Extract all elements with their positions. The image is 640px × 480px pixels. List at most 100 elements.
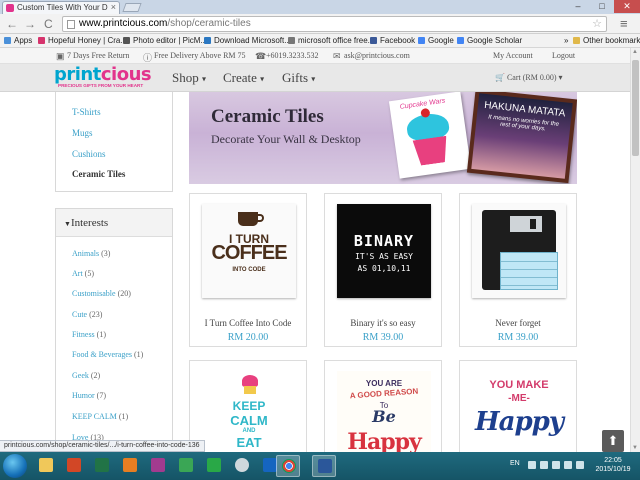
bookmark-facebook[interactable]: Facebook bbox=[370, 36, 415, 45]
category-cushions[interactable]: Cushions bbox=[72, 149, 106, 159]
folder-icon bbox=[573, 37, 580, 44]
chevron-down-icon: ▾ bbox=[311, 74, 316, 84]
scroll-up-icon[interactable]: ▲ bbox=[632, 49, 638, 55]
taskbar-powerpoint[interactable] bbox=[62, 455, 86, 477]
scroll-down-icon[interactable]: ▼ bbox=[632, 445, 638, 451]
email-link[interactable]: ✉ ask@printcious.com bbox=[333, 51, 410, 61]
forward-arrow-icon[interactable]: → bbox=[24, 17, 36, 31]
category-mugs[interactable]: Mugs bbox=[72, 128, 93, 138]
product-name[interactable]: Binary it's so easy bbox=[325, 318, 441, 328]
product-card-binary[interactable]: BINARY IT'S AS EASY AS 01,10,11 Binary i… bbox=[324, 193, 442, 347]
window-minimize-button[interactable]: – bbox=[566, 0, 590, 13]
language-indicator[interactable]: EN bbox=[510, 460, 520, 467]
taskbar-explorer[interactable] bbox=[34, 455, 58, 477]
url-host: www.printcious.com bbox=[79, 18, 168, 29]
browser-tab[interactable]: Custom Tiles With Your D × bbox=[2, 1, 120, 14]
interest-animals[interactable]: Animals (3) bbox=[72, 249, 110, 258]
product-image-binary[interactable]: BINARY IT'S AS EASY AS 01,10,11 bbox=[337, 204, 431, 298]
banner-subtitle: Decorate Your Wall & Desktop bbox=[211, 132, 361, 146]
tile-text: IT'S AS EASY bbox=[355, 252, 413, 261]
bookmark-google-scholar[interactable]: Google Scholar bbox=[457, 36, 522, 45]
window-maximize-button[interactable]: □ bbox=[590, 0, 614, 13]
product-card-floppy[interactable]: Never forget RM 39.00 bbox=[459, 193, 577, 347]
app-icon bbox=[151, 458, 165, 472]
nav-create[interactable]: Create ▾ bbox=[223, 70, 264, 86]
interest-fitness[interactable]: Fitness (1) bbox=[72, 330, 106, 339]
product-price: RM 39.00 bbox=[497, 332, 539, 343]
window-close-button[interactable]: ✕ bbox=[614, 0, 640, 13]
interest-customisable[interactable]: Customisable (20) bbox=[72, 289, 131, 298]
product-name[interactable]: I Turn Coffee Into Code bbox=[190, 318, 306, 328]
product-image-coffee[interactable]: I TURN COFFEE INTO CODE bbox=[202, 204, 296, 298]
excel-icon bbox=[95, 458, 109, 472]
taskbar-chrome[interactable] bbox=[276, 455, 300, 477]
taskbar-wifi-app[interactable] bbox=[230, 455, 254, 477]
taskbar-iqiyi[interactable] bbox=[202, 455, 226, 477]
tray-flag-icon[interactable] bbox=[540, 461, 548, 469]
network-icon[interactable] bbox=[564, 461, 572, 469]
interests-panel: ▼Interests Animals (3) Art (5) Customisa… bbox=[55, 208, 173, 448]
cart-button[interactable]: 🛒 Cart (RM 0.00) ▾ bbox=[495, 73, 563, 82]
browser-menu-icon[interactable]: ≡ bbox=[620, 17, 632, 30]
bookmark-photo-editor[interactable]: Photo editor | PicM... bbox=[123, 36, 207, 45]
reload-icon[interactable]: C bbox=[44, 17, 53, 31]
product-image-floppy[interactable] bbox=[472, 204, 566, 298]
bookmark-hopeful-honey[interactable]: Hopeful Honey | Cra... bbox=[38, 36, 127, 45]
address-bar[interactable]: www.printcious.com/shop/ceramic-tiles ☆ bbox=[62, 16, 607, 32]
logout-link[interactable]: Logout bbox=[552, 51, 575, 60]
tray-chevron-icon[interactable] bbox=[528, 461, 536, 469]
floppy-label bbox=[500, 252, 558, 290]
category-t-shirts[interactable]: T-Shirts bbox=[72, 107, 101, 117]
interest-humor[interactable]: Humor (7) bbox=[72, 391, 106, 400]
tab-close-icon[interactable]: × bbox=[111, 2, 116, 12]
taskbar-excel[interactable] bbox=[90, 455, 114, 477]
chevron-down-icon: ▾ bbox=[260, 74, 265, 84]
email-icon: ✉ bbox=[333, 51, 341, 61]
interest-keep-calm[interactable]: KEEP CALM (1) bbox=[72, 412, 128, 421]
taskbar-word[interactable] bbox=[312, 455, 336, 477]
phone-icon: ☎ bbox=[255, 51, 267, 61]
tray-app-icon[interactable] bbox=[552, 461, 560, 469]
new-tab-button[interactable] bbox=[122, 3, 142, 12]
clock[interactable]: 22:05 2015/10/19 bbox=[593, 456, 633, 474]
page-scrollbar[interactable]: ▲ ▼ bbox=[630, 48, 640, 452]
taskbar-video[interactable] bbox=[174, 455, 198, 477]
taskbar-media[interactable] bbox=[118, 455, 142, 477]
taskbar-app[interactable] bbox=[146, 455, 170, 477]
product-name[interactable]: Never forget bbox=[460, 318, 576, 328]
bookmark-google[interactable]: Google bbox=[418, 36, 454, 45]
bookmark-apps[interactable]: Apps bbox=[4, 36, 32, 45]
interest-cute[interactable]: Cute (23) bbox=[72, 310, 102, 319]
chrome-icon bbox=[282, 459, 296, 473]
bookmark-download-microsoft[interactable]: Download Microsoft... bbox=[204, 36, 291, 45]
nav-shop[interactable]: Shop ▾ bbox=[172, 70, 206, 86]
bookmark-favicon-icon bbox=[38, 37, 45, 44]
volume-icon[interactable] bbox=[576, 461, 584, 469]
category-banner: Ceramic Tiles Decorate Your Wall & Deskt… bbox=[189, 92, 577, 184]
info-icon: ⓘ bbox=[143, 53, 153, 63]
tile-text: A GOOD REASON bbox=[349, 386, 419, 401]
bookmark-favicon-icon bbox=[288, 37, 295, 44]
start-button[interactable] bbox=[3, 454, 27, 478]
interest-geek[interactable]: Geek (2) bbox=[72, 371, 100, 380]
tile-text: COFFEE bbox=[211, 242, 287, 264]
scrollbar-thumb[interactable] bbox=[632, 60, 639, 156]
back-to-top-button[interactable]: ⬆ bbox=[602, 430, 624, 452]
bookmarks-overflow-icon[interactable]: » bbox=[564, 36, 568, 45]
caret-down-icon: ▼ bbox=[64, 220, 71, 228]
bookmark-favicon-icon bbox=[204, 37, 211, 44]
interests-header[interactable]: ▼Interests bbox=[56, 209, 172, 237]
page-icon bbox=[67, 20, 75, 29]
interest-food-beverages[interactable]: Food & Beverages (1) bbox=[72, 350, 143, 359]
product-card-coffee[interactable]: I TURN COFFEE INTO CODE I Turn Coffee In… bbox=[189, 193, 307, 347]
back-arrow-icon[interactable]: ← bbox=[6, 17, 18, 31]
bookmark-star-icon[interactable]: ☆ bbox=[592, 17, 602, 31]
category-ceramic-tiles[interactable]: Ceramic Tiles bbox=[72, 169, 125, 179]
interest-art[interactable]: Art (5) bbox=[72, 269, 94, 278]
other-bookmarks[interactable]: Other bookmarks bbox=[573, 36, 640, 45]
bookmark-office-free[interactable]: microsoft office free... bbox=[288, 36, 374, 45]
printcious-logo[interactable]: printcious PRECIOUS GIFTS FROM YOUR HEAR… bbox=[54, 64, 164, 92]
my-account-link[interactable]: My Account bbox=[493, 51, 533, 60]
nav-gifts[interactable]: Gifts ▾ bbox=[282, 70, 315, 86]
floppy-shutter bbox=[510, 216, 542, 232]
